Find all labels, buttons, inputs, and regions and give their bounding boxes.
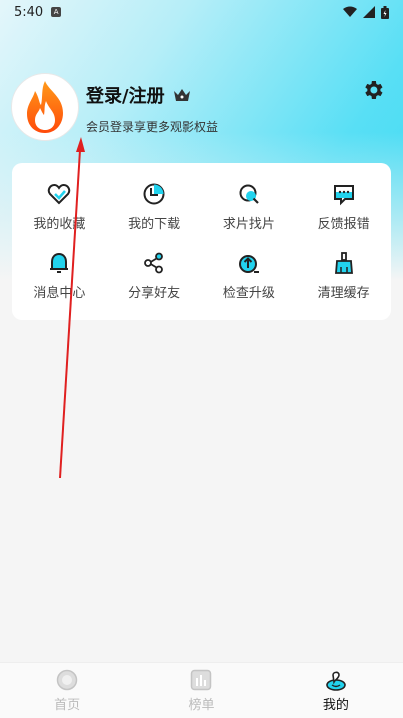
nav-tab-mine[interactable]: 我的 (269, 663, 403, 718)
search-film-icon (239, 184, 259, 205)
grid-item-check-update[interactable]: 检查升级 (202, 242, 297, 311)
feedback-icon (333, 185, 354, 206)
ranking-icon (191, 669, 212, 690)
signal-icon (363, 6, 375, 18)
grid-item-label: 我的下载 (128, 217, 181, 233)
profile-icon (326, 671, 346, 691)
profile-section[interactable]: 登录/注册 会员登录享更多观影权益 (12, 74, 218, 140)
nav-tab-home[interactable]: 首页 (0, 663, 134, 718)
crown-icon (173, 88, 191, 102)
settings-gear-button[interactable] (361, 78, 385, 102)
avatar[interactable] (12, 74, 78, 140)
download-icon (143, 183, 165, 205)
grid-item-label: 我的收藏 (33, 217, 86, 233)
profile-subtitle: 会员登录享更多观影权益 (86, 120, 219, 134)
nav-label: 榜单 (188, 697, 215, 713)
clean-icon (334, 251, 353, 274)
flame-logo-icon (27, 81, 63, 133)
grid-item-label: 清理缓存 (317, 285, 370, 301)
grid-item-downloads[interactable]: 我的下载 (107, 173, 202, 242)
grid-item-label: 求片找片 (222, 217, 275, 233)
heart-icon (48, 184, 71, 205)
home-icon (56, 669, 78, 690)
battery-icon (381, 5, 389, 19)
grid-item-messages[interactable]: 消息中心 (12, 242, 107, 311)
bell-icon (50, 252, 69, 273)
grid-item-label: 消息中心 (33, 285, 86, 301)
upgrade-icon (238, 254, 259, 273)
nav-tab-ranking[interactable]: 榜单 (134, 663, 268, 718)
nav-label: 首页 (54, 697, 81, 713)
notification-app-icon: A (51, 7, 62, 17)
grid-item-feedback[interactable]: 反馈报错 (296, 173, 391, 242)
gear-icon (365, 81, 383, 99)
nav-label: 我的 (322, 697, 349, 713)
grid-item-share[interactable]: 分享好友 (107, 242, 202, 311)
grid-item-label: 反馈报错 (317, 217, 370, 233)
login-register-link[interactable]: 登录/注册 (86, 82, 165, 108)
grid-item-favorites[interactable]: 我的收藏 (12, 173, 107, 242)
grid-item-request-film[interactable]: 求片找片 (202, 173, 297, 242)
status-bar: 5:40 A (0, 0, 403, 24)
share-icon (144, 252, 164, 274)
function-grid-card: 我的收藏 我的下载 求片找片 反馈报错 消息中心 分享好友 检查升级 清理缓存 (12, 163, 391, 320)
bottom-navigation: 首页 榜单 我的 (0, 662, 403, 718)
wifi-icon (343, 6, 357, 17)
grid-item-label: 检查升级 (222, 285, 275, 301)
grid-item-clear-cache[interactable]: 清理缓存 (296, 242, 391, 311)
grid-item-label: 分享好友 (128, 285, 181, 301)
status-time: 5:40 (14, 4, 44, 20)
